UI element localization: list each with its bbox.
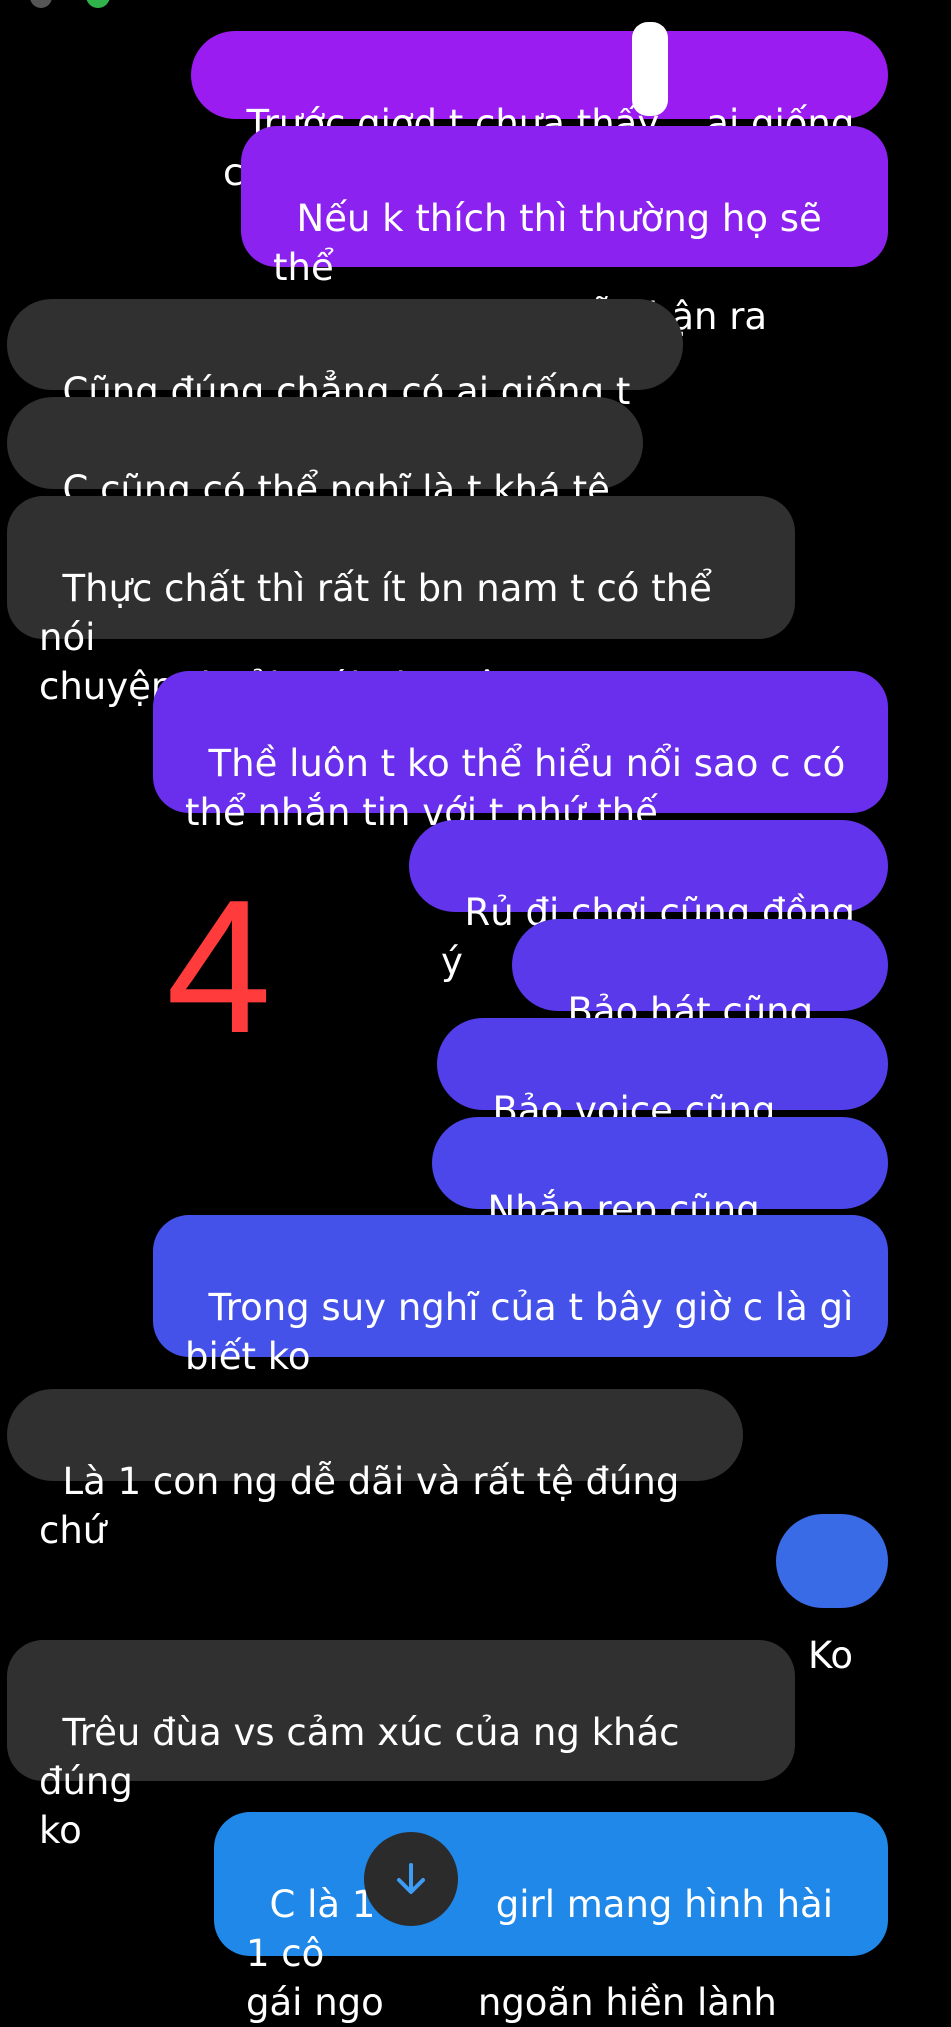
message-text: C là 1 t girl mang hình hài 1 cô gái ngo… [246, 1883, 833, 2024]
message-bubble-received[interactable]: Cũng đúng chẳng có ai giống t cả [7, 299, 683, 462]
message-bubble-sent[interactable]: Bảo hát cũng hát [512, 919, 888, 1082]
scroll-to-bottom-button[interactable] [364, 1832, 458, 1926]
message-bubble-sent[interactable]: Thề luôn t ko thể hiểu nổi sao c có thể … [153, 671, 888, 834]
message-bubble-received[interactable]: Là 1 con ng dễ dãi và rất tệ đúng chứ [7, 1389, 743, 1552]
message-bubble-sent[interactable]: Nhắn rep cũng nhanh [432, 1117, 888, 1280]
message-bubble-sent[interactable]: Nếu k thích thì thường họ sẽ thể hiện lu… [241, 126, 888, 338]
message-text: Trong suy nghĩ của t bây giờ c là gì biế… [185, 1286, 854, 1378]
message-bubble-sent[interactable]: Rủ đi chơi cũng đồng ý [409, 820, 888, 983]
message-bubble-received[interactable]: C cũng có thể nghĩ là t khá tệ đi [7, 397, 643, 560]
annotation-number: 4 [166, 861, 272, 1073]
message-bubble-sent[interactable]: Ko [776, 1514, 888, 1677]
message-bubble-received[interactable]: Trêu đùa vs cảm xúc của ng khác đúng ko [7, 1640, 795, 1852]
redaction-mark [632, 22, 668, 116]
message-text: Ko [808, 1634, 854, 1677]
message-bubble-sent[interactable]: Bảo voice cũng voice [437, 1018, 888, 1181]
message-text: Là 1 con ng dễ dãi và rất tệ đúng chứ [39, 1460, 692, 1552]
online-indicator-icon [86, 0, 110, 8]
message-bubble-sent[interactable]: C là 1 t girl mang hình hài 1 cô gái ngo… [214, 1812, 888, 2024]
message-bubble-sent[interactable]: Trước giơd t chưa thấy ai giống c [191, 31, 888, 194]
arrow-down-icon [397, 1863, 425, 1894]
avatar-icon [30, 0, 52, 8]
status-strip [0, 0, 951, 12]
message-bubble-received[interactable]: Thực chất thì rất ít bn nam t có thể nói… [7, 496, 795, 708]
message-bubble-sent[interactable]: Trong suy nghĩ của t bây giờ c là gì biế… [153, 1215, 888, 1378]
